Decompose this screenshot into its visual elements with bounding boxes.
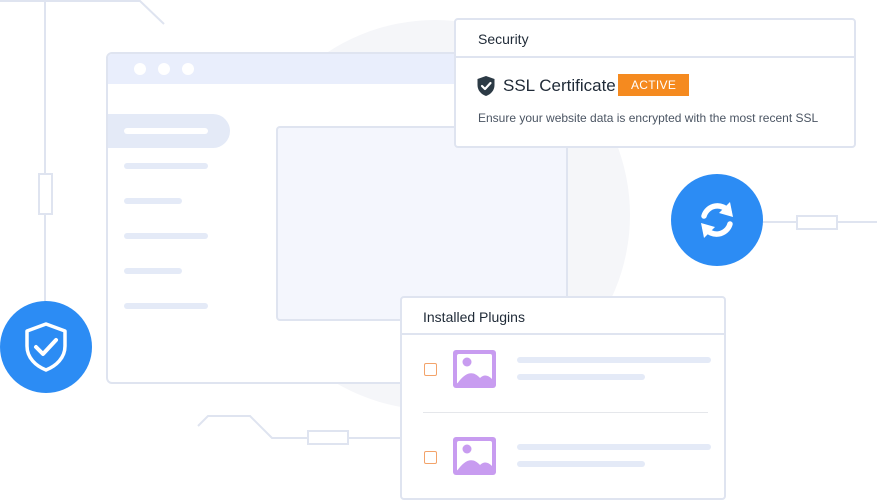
plugin-checkbox[interactable] <box>424 363 437 376</box>
plugin-desc-line <box>517 461 645 467</box>
card-divider <box>456 56 854 58</box>
ssl-description: Ensure your website data is encrypted wi… <box>478 111 819 125</box>
plugin-desc-line <box>517 374 645 380</box>
row-divider <box>423 412 708 413</box>
content-panel <box>276 126 566 321</box>
sidebar-item-active <box>108 114 230 148</box>
sidebar-line <box>124 163 208 169</box>
card-divider <box>402 333 724 335</box>
sync-button <box>671 174 763 266</box>
sidebar-line <box>124 198 182 204</box>
plugin-name-line <box>517 357 711 363</box>
sidebar-line <box>124 128 208 134</box>
sidebar-line <box>124 303 208 309</box>
plugins-card-title: Installed Plugins <box>423 309 525 325</box>
image-icon <box>453 437 496 475</box>
image-icon <box>453 350 496 388</box>
security-badge <box>0 301 92 393</box>
plugin-checkbox[interactable] <box>424 451 437 464</box>
shield-check-icon <box>477 76 495 96</box>
status-badge: ACTIVE <box>618 74 690 96</box>
shield-check-icon <box>25 322 67 372</box>
sidebar-line <box>124 233 208 239</box>
window-dot <box>134 63 146 75</box>
window-dot <box>158 63 170 75</box>
window-dot <box>182 63 194 75</box>
security-card: Security SSL Certificate ACTIVE Ensure y… <box>454 18 856 148</box>
sidebar-line <box>124 268 182 274</box>
plugin-name-line <box>517 444 711 450</box>
ssl-title: SSL Certificate <box>503 76 616 95</box>
sync-icon <box>701 202 733 238</box>
security-card-title: Security <box>478 31 529 47</box>
plugins-card: Installed Plugins <box>400 296 726 500</box>
